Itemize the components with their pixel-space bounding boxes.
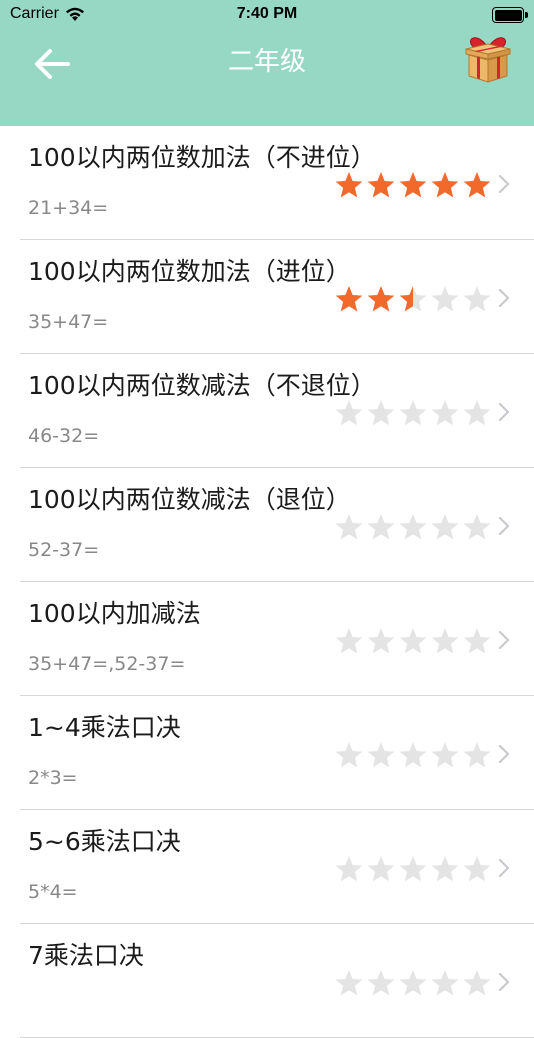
star-rating xyxy=(335,742,491,768)
star-icon xyxy=(399,856,427,882)
lesson-sample: 2*3= xyxy=(28,767,78,789)
lesson-title: 100以内两位数减法（退位） xyxy=(28,485,351,514)
status-bar: Carrier 7:40 PM xyxy=(0,0,534,30)
star-filled-icon xyxy=(463,172,491,198)
star-icon xyxy=(463,400,491,426)
star-rating xyxy=(335,628,491,654)
star-icon xyxy=(399,742,427,768)
lesson-sample: 46-32= xyxy=(28,425,100,447)
lesson-title: 1~4乘法口决 xyxy=(28,713,181,742)
star-icon xyxy=(463,970,491,996)
star-icon xyxy=(367,970,395,996)
status-time: 7:40 PM xyxy=(236,5,298,22)
star-icon xyxy=(335,400,363,426)
star-icon xyxy=(431,742,459,768)
star-icon xyxy=(463,514,491,540)
star-rating xyxy=(335,514,491,540)
star-icon xyxy=(367,514,395,540)
gift-box-icon[interactable] xyxy=(462,32,514,84)
star-icon xyxy=(367,628,395,654)
lesson-title: 5~6乘法口决 xyxy=(28,827,181,856)
lesson-row[interactable]: 5~6乘法口决 5*4= xyxy=(20,810,534,924)
star-icon xyxy=(367,742,395,768)
battery-icon xyxy=(492,7,528,23)
star-rating xyxy=(335,970,491,996)
star-icon xyxy=(399,628,427,654)
star-icon xyxy=(431,970,459,996)
chevron-right-icon xyxy=(499,517,509,535)
chevron-right-icon xyxy=(499,175,509,193)
lesson-sample: 5*4= xyxy=(28,881,78,903)
lesson-title: 100以内加减法 xyxy=(28,599,201,628)
lesson-row[interactable]: 100以内两位数加法（不进位） 21+34= xyxy=(20,126,534,240)
star-icon xyxy=(431,628,459,654)
lesson-title: 7乘法口决 xyxy=(28,941,144,970)
star-icon xyxy=(399,514,427,540)
star-rating xyxy=(335,172,491,198)
star-icon xyxy=(463,628,491,654)
star-icon xyxy=(431,856,459,882)
chevron-right-icon xyxy=(499,403,509,421)
lesson-sample: 35+47= xyxy=(28,311,109,333)
star-icon xyxy=(463,286,491,312)
star-icon xyxy=(335,856,363,882)
star-filled-icon xyxy=(399,172,427,198)
star-icon xyxy=(399,970,427,996)
lesson-row[interactable]: 7乘法口决 xyxy=(20,924,534,1038)
lesson-row[interactable]: 1~4乘法口决 2*3= xyxy=(20,696,534,810)
star-icon xyxy=(431,400,459,426)
star-icon xyxy=(463,856,491,882)
nav-bar: 二年级 xyxy=(0,30,534,126)
star-icon xyxy=(335,628,363,654)
star-filled-icon xyxy=(335,286,363,312)
lesson-title: 100以内两位数加法（进位） xyxy=(28,257,351,286)
chevron-right-icon xyxy=(499,745,509,763)
page-title: 二年级 xyxy=(227,47,306,77)
chevron-right-icon xyxy=(499,973,509,991)
star-icon xyxy=(335,970,363,996)
chevron-right-icon xyxy=(499,859,509,877)
star-filled-icon xyxy=(335,172,363,198)
star-rating xyxy=(335,286,491,312)
star-filled-icon xyxy=(431,172,459,198)
star-icon xyxy=(399,400,427,426)
lesson-row[interactable]: 100以内两位数减法（退位） 52-37= xyxy=(20,468,534,582)
star-icon xyxy=(367,400,395,426)
lesson-sample: 35+47=,52-37= xyxy=(28,653,186,675)
star-filled-icon xyxy=(367,172,395,198)
lesson-row[interactable]: 100以内加减法 35+47=,52-37= xyxy=(20,582,534,696)
lesson-row[interactable]: 100以内两位数加法（进位） 35+47= xyxy=(20,240,534,354)
star-icon xyxy=(431,286,459,312)
star-icon xyxy=(463,742,491,768)
star-icon xyxy=(431,514,459,540)
chevron-right-icon xyxy=(499,289,509,307)
lesson-list: 100以内两位数加法（不进位） 21+34= 100以内两位数加法（进位） 35… xyxy=(0,126,534,1038)
lesson-title: 100以内两位数加法（不进位） xyxy=(28,143,376,172)
star-icon xyxy=(367,856,395,882)
star-filled-icon xyxy=(367,286,395,312)
lesson-title: 100以内两位数减法（不退位） xyxy=(28,371,376,400)
lesson-row[interactable]: 100以内两位数减法（不退位） 46-32= xyxy=(20,354,534,468)
star-rating xyxy=(335,400,491,426)
lesson-sample: 21+34= xyxy=(28,197,109,219)
star-rating xyxy=(335,856,491,882)
lesson-sample: 52-37= xyxy=(28,539,100,561)
star-icon xyxy=(335,742,363,768)
star-icon xyxy=(335,514,363,540)
chevron-right-icon xyxy=(499,631,509,649)
